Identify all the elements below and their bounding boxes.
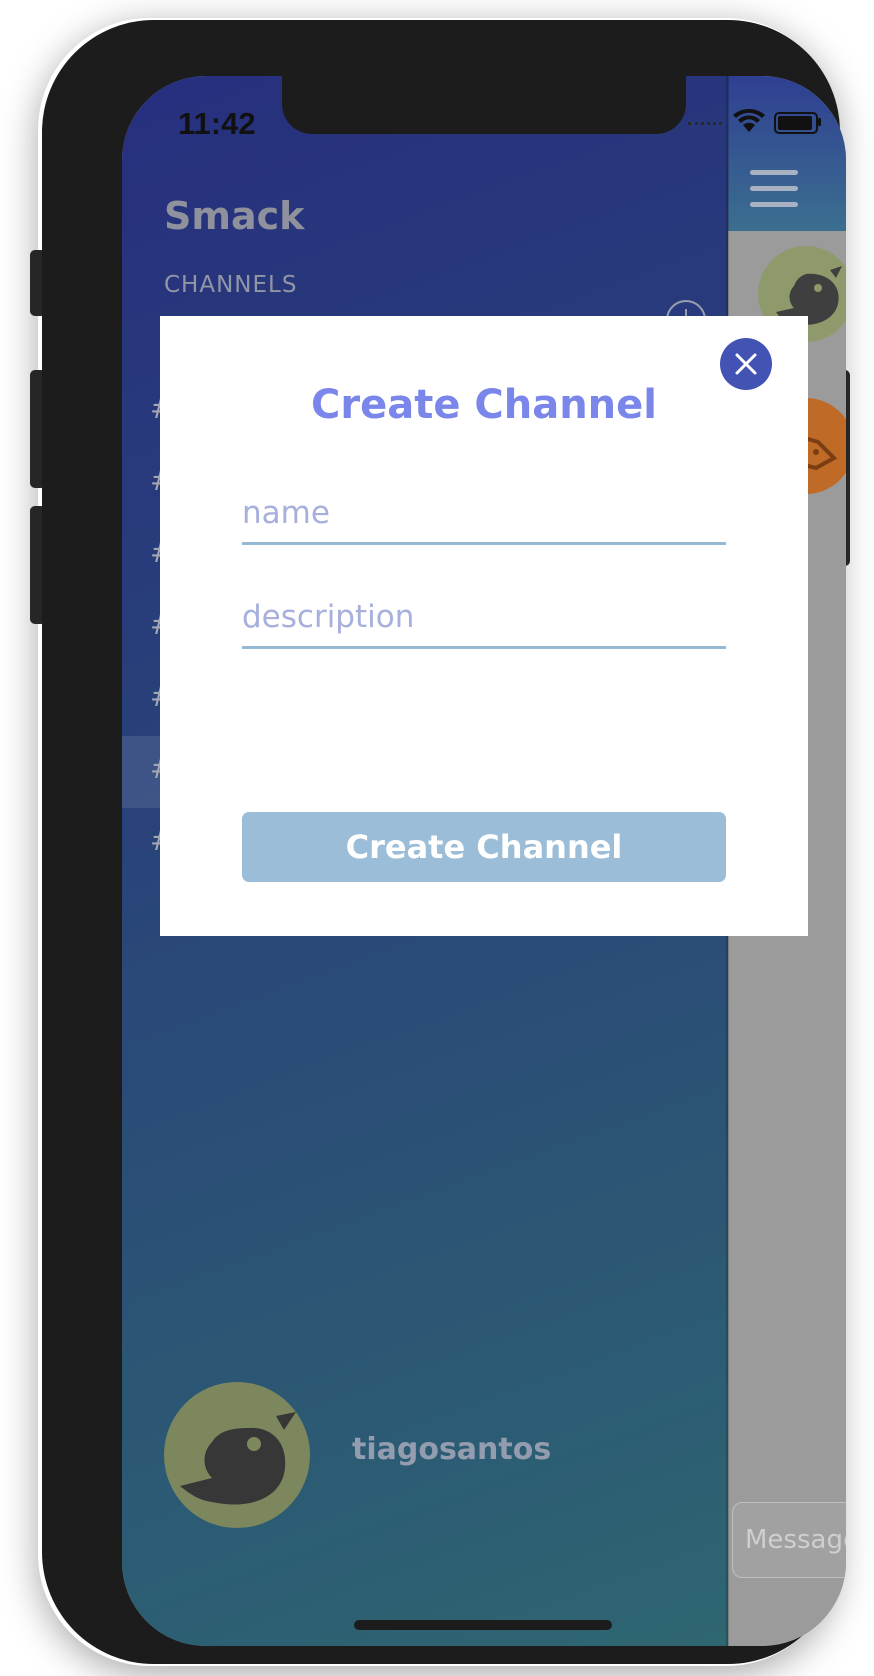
cellular-signal-icon xyxy=(688,122,722,129)
screen: Message Smack CHANNELS # # # # # # # tia… xyxy=(122,76,846,1646)
battery-tip xyxy=(818,118,821,126)
wifi-icon xyxy=(733,109,765,132)
channel-name-input[interactable] xyxy=(242,484,726,545)
battery-icon xyxy=(774,112,818,134)
message-input[interactable]: Message xyxy=(732,1502,846,1578)
status-time: 11:42 xyxy=(178,106,256,141)
create-channel-modal: Create Channel Create Channel xyxy=(160,316,808,936)
chat-header xyxy=(728,76,846,231)
create-channel-button[interactable]: Create Channel xyxy=(242,812,726,882)
device-notch xyxy=(282,76,686,134)
status-indicators xyxy=(688,108,838,138)
channel-description-input[interactable] xyxy=(242,588,726,649)
home-indicator xyxy=(354,1620,612,1630)
close-icon xyxy=(735,353,757,375)
device-frame: Message Smack CHANNELS # # # # # # # tia… xyxy=(42,20,846,1664)
menu-icon[interactable] xyxy=(750,170,798,208)
modal-title: Create Channel xyxy=(311,382,657,428)
message-input-placeholder: Message xyxy=(745,1525,846,1555)
